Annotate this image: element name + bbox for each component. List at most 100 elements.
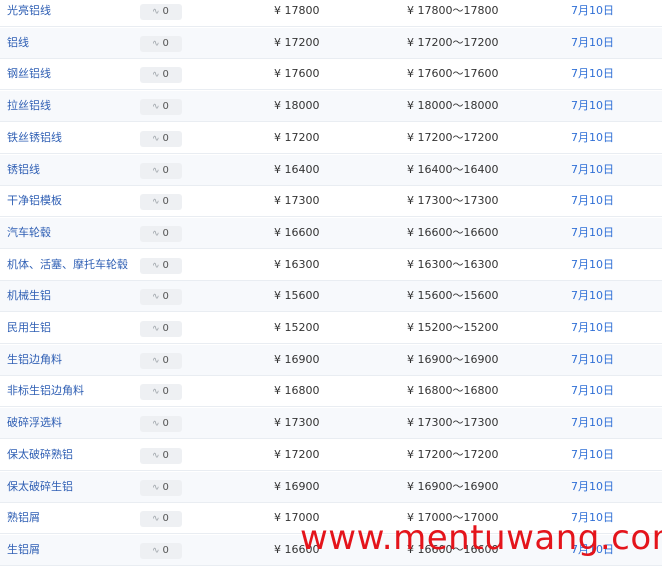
table-row[interactable]: 铁丝锈铝线 ∿ 0 ¥ 17200 ¥ 17200～17200 7月10日 bbox=[0, 123, 662, 154]
change-value: 0 bbox=[162, 164, 169, 176]
currency-symbol: ¥ bbox=[274, 99, 281, 113]
currency-symbol: ¥ bbox=[407, 352, 414, 366]
currency-symbol: ¥ bbox=[274, 162, 281, 176]
change-badge: ∿ 0 bbox=[140, 414, 182, 433]
date-value: 7月10日 bbox=[571, 447, 614, 461]
currency-symbol: ¥ bbox=[274, 225, 281, 239]
currency-symbol: ¥ bbox=[274, 321, 281, 334]
table-row[interactable]: 钢丝铝线 ∿ 0 ¥ 17600 ¥ 17600～17600 7月10日 bbox=[0, 59, 662, 91]
currency-symbol: ¥ bbox=[407, 162, 414, 176]
change-value: 0 bbox=[162, 132, 169, 144]
table-row[interactable]: 民用生铝 ∿ 0 ¥ 15200 ¥ 15200～15200 7月10日 bbox=[0, 313, 662, 344]
currency-symbol: ¥ bbox=[407, 257, 414, 271]
metal-name-link[interactable]: 生铝边角料 bbox=[7, 345, 62, 375]
flat-trend-icon: ∿ bbox=[152, 102, 160, 113]
price-number: 17200 bbox=[284, 130, 320, 144]
flat-trend-icon: ∿ bbox=[152, 165, 160, 176]
table-row[interactable]: 保太破碎生铝 ∿ 0 ¥ 16900 ¥ 16900～16900 7月10日 bbox=[0, 471, 662, 503]
price-value: ¥ 16900 bbox=[274, 345, 320, 375]
metal-name-link[interactable]: 机体、活塞、摩托车轮毂 bbox=[7, 250, 128, 280]
metal-name-link[interactable]: 干净铝模板 bbox=[7, 186, 62, 216]
table-row[interactable]: 机体、活塞、摩托车轮毂 ∿ 0 ¥ 16300 ¥ 16300～16300 7月10日 bbox=[0, 250, 662, 281]
change-value: 0 bbox=[162, 227, 169, 239]
metal-name-link[interactable]: 生铝屑 bbox=[7, 535, 40, 565]
metal-name-link[interactable]: 破碎浮选料 bbox=[7, 408, 62, 438]
date-value: 7月10日 bbox=[571, 225, 614, 239]
change-badge: ∿ 0 bbox=[140, 256, 182, 274]
price-number: 15200 bbox=[284, 321, 320, 334]
price-range: ¥ 15200～15200 bbox=[407, 313, 499, 343]
range-text: 17300～17300 bbox=[417, 416, 499, 430]
currency-symbol: ¥ bbox=[407, 4, 414, 17]
range-text: 17600～17600 bbox=[417, 67, 499, 81]
flat-trend-icon: ∿ bbox=[152, 133, 160, 144]
flat-trend-icon: ∿ bbox=[152, 197, 160, 208]
price-number: 17200 bbox=[284, 35, 320, 49]
price-value: ¥ 15200 bbox=[274, 313, 320, 343]
price-table: 光亮铝线 ∿ 0 ¥ 17800 ¥ 17800～17800 7月10日 铝线 ∿ 0 ¥ 172… bbox=[0, 0, 662, 570]
metal-name-link[interactable]: 保太破碎熟铝 bbox=[7, 440, 73, 470]
currency-symbol: ¥ bbox=[407, 67, 414, 81]
flat-trend-icon: ∿ bbox=[152, 70, 160, 81]
currency-symbol: ¥ bbox=[407, 99, 414, 113]
metal-name-link[interactable]: 机械生铝 bbox=[7, 281, 51, 311]
table-row[interactable]: 汽车轮毂 ∿ 0 ¥ 16600 ¥ 16600～16600 7月10日 bbox=[0, 217, 662, 249]
change-value: 0 bbox=[162, 418, 169, 430]
flat-trend-icon: ∿ bbox=[152, 228, 160, 239]
metal-name-link[interactable]: 非标生铝边角料 bbox=[7, 376, 84, 406]
table-row[interactable]: 非标生铝边角料 ∿ 0 ¥ 16800 ¥ 16800～16800 7月10日 bbox=[0, 376, 662, 408]
table-row[interactable]: 光亮铝线 ∿ 0 ¥ 17800 ¥ 17800～17800 7月10日 bbox=[0, 0, 662, 27]
metal-name-link[interactable]: 拉丝铝线 bbox=[7, 91, 51, 121]
table-row[interactable]: 破碎浮选料 ∿ 0 ¥ 17300 ¥ 17300～17300 7月10日 bbox=[0, 408, 662, 440]
change-badge: ∿ 0 bbox=[140, 34, 182, 52]
metal-name-link[interactable]: 钢丝铝线 bbox=[7, 59, 51, 89]
metal-name-link[interactable]: 民用生铝 bbox=[7, 313, 51, 343]
table-row[interactable]: 拉丝铝线 ∿ 0 ¥ 18000 ¥ 18000～18000 7月10日 bbox=[0, 91, 662, 123]
flat-trend-icon: ∿ bbox=[152, 292, 160, 303]
price-number: 15600 bbox=[284, 289, 320, 303]
currency-symbol: ¥ bbox=[274, 511, 281, 525]
metal-name-link[interactable]: 铁丝锈铝线 bbox=[7, 123, 62, 153]
table-row[interactable]: 生铝边角料 ∿ 0 ¥ 16900 ¥ 16900～16900 7月10日 bbox=[0, 344, 662, 376]
range-text: 15200～15200 bbox=[417, 321, 499, 334]
metal-name-link[interactable]: 铝线 bbox=[7, 28, 29, 58]
change-badge: ∿ 0 bbox=[140, 2, 182, 20]
change-value: 0 bbox=[162, 386, 169, 398]
change-badge: ∿ 0 bbox=[140, 382, 182, 401]
price-number: 17300 bbox=[284, 194, 320, 208]
price-range: ¥ 16900～16900 bbox=[407, 472, 499, 502]
change-badge: ∿ 0 bbox=[140, 192, 182, 211]
price-range: ¥ 17200～17200 bbox=[407, 28, 499, 58]
flat-trend-icon: ∿ bbox=[152, 260, 160, 271]
currency-symbol: ¥ bbox=[407, 289, 414, 303]
table-row[interactable]: 铝线 ∿ 0 ¥ 17200 ¥ 17200～17200 7月10日 bbox=[0, 27, 662, 59]
price-value: ¥ 17200 bbox=[274, 28, 320, 58]
change-value: 0 bbox=[162, 259, 169, 271]
change-value: 0 bbox=[162, 69, 169, 81]
price-number: 17800 bbox=[284, 4, 320, 17]
price-value: ¥ 17300 bbox=[274, 408, 320, 438]
range-text: 18000～18000 bbox=[417, 99, 499, 113]
currency-symbol: ¥ bbox=[407, 130, 414, 144]
watermark-text: www.mentuwang.com bbox=[300, 518, 662, 558]
metal-name-link[interactable]: 锈铝线 bbox=[7, 155, 40, 185]
table-row[interactable]: 干净铝模板 ∿ 0 ¥ 17300 ¥ 17300～17300 7月10日 bbox=[0, 186, 662, 218]
price-range: ¥ 17200～17200 bbox=[407, 440, 499, 470]
currency-symbol: ¥ bbox=[407, 194, 414, 208]
change-badge: ∿ 0 bbox=[140, 541, 182, 559]
price-value: ¥ 17600 bbox=[274, 59, 320, 89]
metal-name-link[interactable]: 光亮铝线 bbox=[7, 0, 51, 26]
table-row[interactable]: 保太破碎熟铝 ∿ 0 ¥ 17200 ¥ 17200～17200 7月10日 bbox=[0, 440, 662, 471]
range-text: 16900～16900 bbox=[417, 352, 499, 366]
table-row[interactable]: 锈铝线 ∿ 0 ¥ 16400 ¥ 16400～16400 7月10日 bbox=[0, 154, 662, 186]
currency-symbol: ¥ bbox=[407, 416, 414, 430]
metal-name-link[interactable]: 汽车轮毂 bbox=[7, 218, 51, 248]
metal-name-link[interactable]: 熟铝屑 bbox=[7, 503, 40, 533]
date-value: 7月10日 bbox=[571, 321, 614, 334]
table-row[interactable]: 机械生铝 ∿ 0 ¥ 15600 ¥ 15600～15600 7月10日 bbox=[0, 281, 662, 313]
price-value: ¥ 16900 bbox=[274, 472, 320, 502]
metal-name-link[interactable]: 保太破碎生铝 bbox=[7, 472, 73, 502]
price-range: ¥ 17200～17200 bbox=[407, 123, 499, 153]
change-value: 0 bbox=[162, 323, 169, 334]
price-range: ¥ 17300～17300 bbox=[407, 186, 499, 216]
